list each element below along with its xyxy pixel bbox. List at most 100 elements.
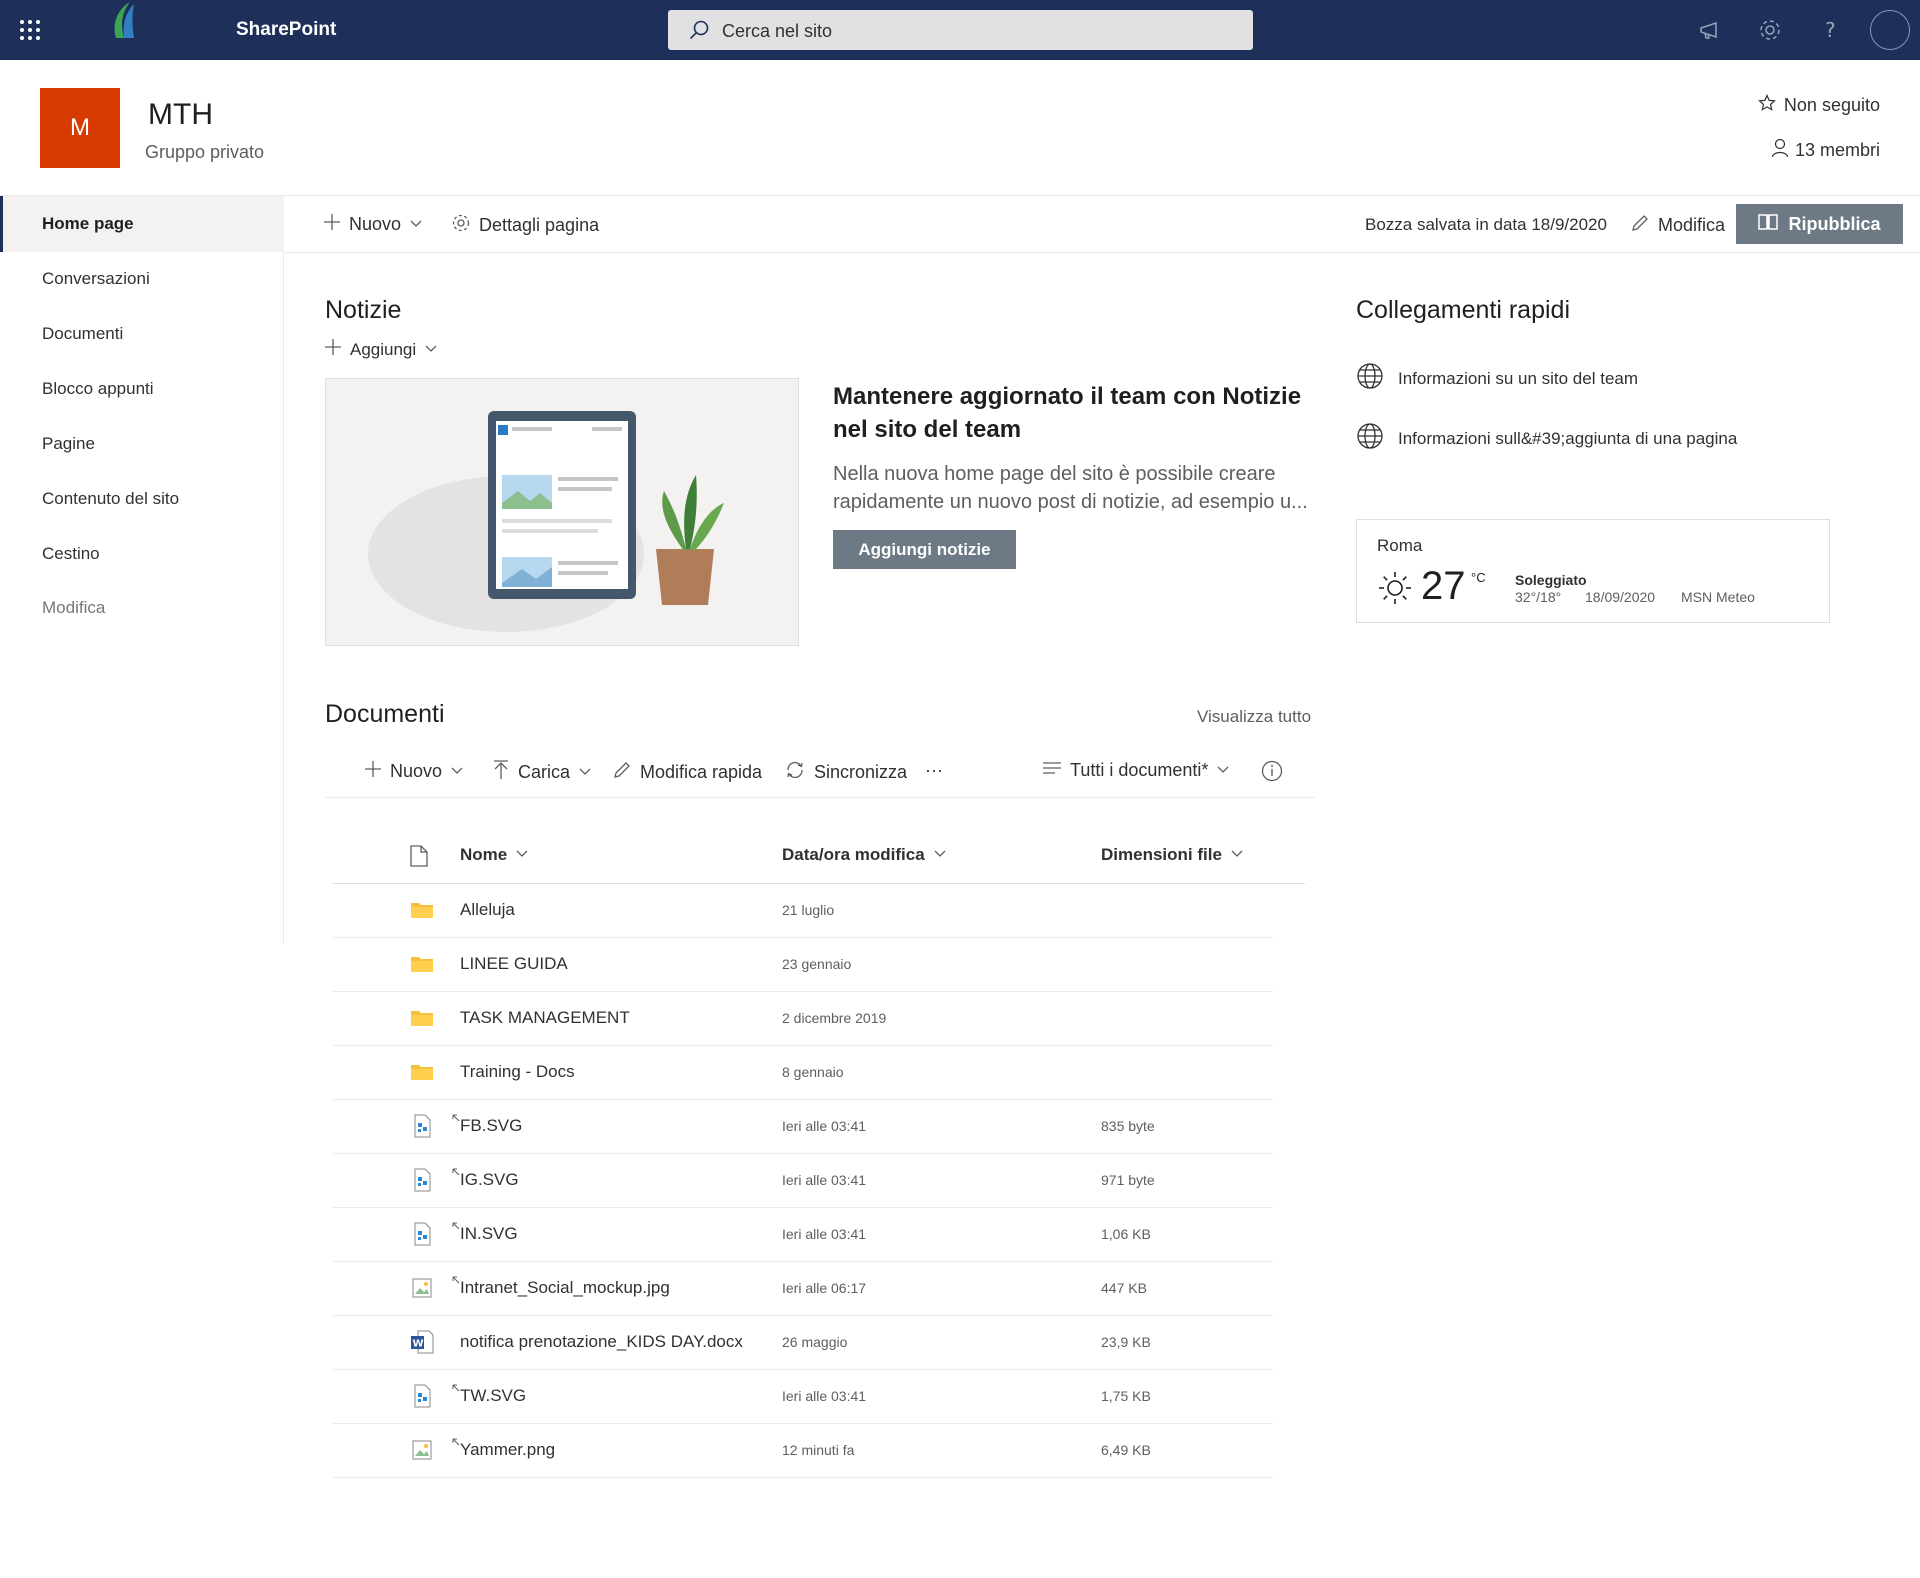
news-title[interactable]: Mantenere aggiornato il team con Notizie… [833,380,1323,446]
svg-file-icon[interactable] [410,1384,434,1408]
nav-item-recycle-bin[interactable]: Cestino [0,526,284,582]
image-file-icon[interactable] [410,1276,434,1300]
document-row[interactable]: Training - Docs 8 gennaio [333,1046,1273,1100]
svg-text:W: W [413,1339,424,1350]
document-row[interactable]: Wnotifica prenotazione_KIDS DAY.docx 26 m… [333,1316,1273,1370]
upload-button[interactable]: Carica [492,760,592,785]
user-avatar[interactable] [1870,10,1910,50]
file-name[interactable]: Alleluja [460,900,515,920]
page-command-bar: Nuovo Dettagli pagina Bozza salvata in d… [285,196,1920,253]
nav-item-documents[interactable]: Documenti [0,306,284,362]
svg-file-icon[interactable] [410,1222,434,1246]
sync-icon [784,760,806,785]
file-name[interactable]: IG.SVG [460,1170,519,1190]
members-label: 13 membri [1794,140,1880,160]
name-column-label: Nome [460,845,508,864]
news-description: Nella nuova home page del sito è possibi… [833,463,1308,513]
document-row[interactable]: TASK MANAGEMENT 2 dicembre 2019 [333,992,1273,1046]
size-column-label: Dimensioni file [1101,845,1222,864]
word-document-icon[interactable]: W [410,1330,434,1354]
image-file-icon[interactable] [410,1438,434,1462]
folder-icon[interactable] [410,1060,434,1084]
suite-bar: SharePoint Cerca nel sito ? [0,0,1920,60]
chevron-down-icon [515,845,529,865]
file-name[interactable]: Yammer.png [460,1440,555,1460]
quicklink-item[interactable]: Informazioni sull&#39;aggiunta di una pa… [1356,422,1737,455]
help-icon[interactable]: ? [1816,16,1844,44]
file-name[interactable]: TASK MANAGEMENT [460,1008,630,1028]
document-row[interactable]: Intranet_Social_mockup.jpg Ieri alle 06:1… [333,1262,1273,1316]
gear-icon[interactable] [1756,16,1784,44]
add-news-dropdown[interactable]: Aggiungi [324,338,438,361]
plus-icon [364,760,382,783]
site-search-box[interactable]: Cerca nel sito [668,10,1253,50]
folder-icon[interactable] [410,1006,434,1030]
page-details-label: Dettagli pagina [479,215,600,235]
edit-page-button[interactable]: Modifica [1630,213,1725,238]
svg-file-icon[interactable] [410,1114,434,1138]
file-name[interactable]: LINEE GUIDA [460,954,568,974]
modified-column-header[interactable]: Data/ora modifica [782,845,947,865]
view-all-link[interactable]: Visualizza tutto [1197,707,1311,727]
gear-icon [451,213,471,238]
members-button[interactable]: 13 membri [1771,138,1880,163]
document-row[interactable]: LINEE GUIDA 23 gennaio [333,938,1273,992]
nav-item-pages[interactable]: Pagine [0,416,284,472]
megaphone-icon[interactable] [1696,16,1724,44]
app-name[interactable]: SharePoint [236,19,336,41]
chevron-down-icon [409,214,423,235]
sync-button[interactable]: Sincronizza [784,760,907,785]
follow-label: Non seguito [1783,95,1880,115]
file-name[interactable]: TW.SVG [460,1386,526,1406]
file-modified: 23 gennaio [782,956,852,972]
page-details-button[interactable]: Dettagli pagina [451,213,599,238]
file-name[interactable]: Intranet_Social_mockup.jpg [460,1278,670,1298]
document-row[interactable]: IN.SVG Ieri alle 03:41 1,06 KB [333,1208,1273,1262]
size-column-header[interactable]: Dimensioni file [1101,845,1244,865]
quicklink-item[interactable]: Informazioni su un sito del team [1356,362,1638,395]
nav-item-home[interactable]: Home page [0,196,284,252]
follow-button[interactable]: Non seguito [1757,94,1880,117]
nav-item-notebook[interactable]: Blocco appunti [0,361,284,417]
globe-icon [1356,362,1384,395]
file-name[interactable]: FB.SVG [460,1116,522,1136]
document-icon [410,845,428,872]
folder-icon[interactable] [410,952,434,976]
file-name[interactable]: Training - Docs [460,1062,575,1082]
site-title[interactable]: MTH [148,98,213,132]
edit-label: Modifica [1658,215,1726,235]
site-logo[interactable]: M [40,88,120,168]
republish-button[interactable]: Ripubblica [1736,204,1903,244]
svg-file-icon[interactable] [410,1168,434,1192]
weather-card[interactable]: Roma 27 °C Soleggiato 32°/18° 18/09/2020… [1356,519,1830,623]
search-icon [688,19,710,46]
news-illustration[interactable] [325,378,799,646]
new-page-button[interactable]: Nuovo [323,213,423,236]
document-row[interactable]: TW.SVG Ieri alle 03:41 1,75 KB [333,1370,1273,1424]
name-column-header[interactable]: Nome [460,845,529,865]
documents-heading: Documenti [325,700,445,728]
file-size: 447 KB [1101,1280,1147,1296]
view-selector[interactable]: Tutti i documenti* [1042,760,1230,781]
document-row[interactable]: Alleluja 21 luglio [333,884,1273,938]
file-name[interactable]: notifica prenotazione_KIDS DAY.docx [460,1332,743,1352]
nav-item-site-contents[interactable]: Contenuto del sito [0,471,284,527]
info-icon[interactable] [1261,760,1283,782]
quick-edit-label: Modifica rapida [640,762,763,782]
document-row[interactable]: IG.SVG Ieri alle 03:41 971 byte [333,1154,1273,1208]
file-name[interactable]: IN.SVG [460,1224,518,1244]
quick-edit-button[interactable]: Modifica rapida [612,760,762,785]
folder-icon[interactable] [410,898,434,922]
app-launcher-icon[interactable] [18,18,42,42]
more-actions-button[interactable]: ··· [925,760,943,781]
nav-edit-link[interactable]: Modifica [0,580,284,636]
file-modified: Ieri alle 03:41 [782,1388,867,1404]
file-type-column-header[interactable] [410,845,428,872]
document-row[interactable]: Yammer.png 12 minuti fa 6,49 KB [333,1424,1273,1478]
new-document-button[interactable]: Nuovo [364,760,464,783]
organization-logo[interactable] [104,0,144,40]
document-row[interactable]: FB.SVG Ieri alle 03:41 835 byte [333,1100,1273,1154]
nav-item-conversations[interactable]: Conversazioni [0,251,284,307]
add-news-button[interactable]: Aggiungi notizie [833,530,1016,569]
chevron-down-icon [450,761,464,782]
